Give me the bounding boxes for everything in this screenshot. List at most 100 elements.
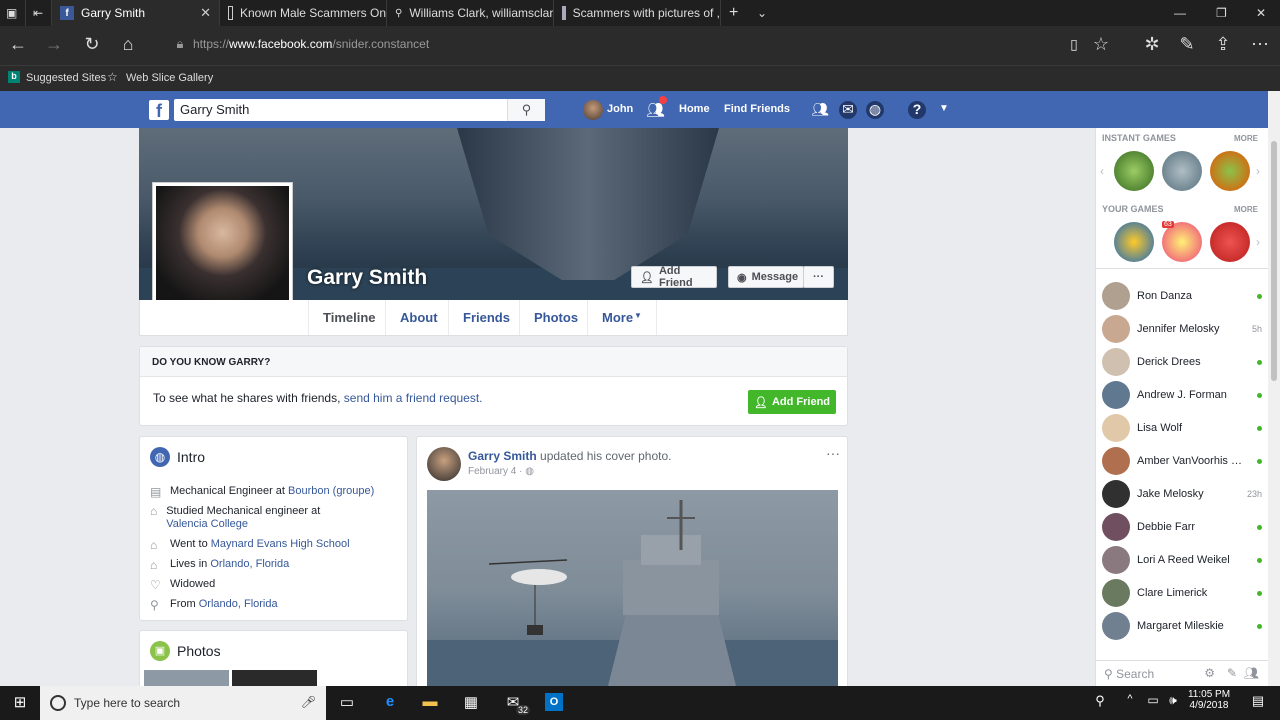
tab-photos[interactable]: Photos <box>519 300 592 335</box>
outlook-icon[interactable]: O <box>545 693 563 711</box>
minimize-button[interactable]: — <box>1160 0 1200 26</box>
tab-friends[interactable]: Friends <box>448 300 524 335</box>
heart-game-icon[interactable] <box>1210 222 1250 262</box>
chat-friend-row[interactable]: Ron Danza <box>1102 281 1262 311</box>
web-slice-gallery-link[interactable]: Web Slice Gallery <box>126 72 213 84</box>
chevron-left-icon[interactable]: ‹ <box>1100 164 1104 178</box>
favorite-star-icon[interactable]: ☆ <box>1089 34 1113 55</box>
tab-scammers-with-pictures[interactable]: Scammers with pictures of , <box>554 0 721 26</box>
share-icon[interactable]: ⇪ <box>1211 34 1235 55</box>
message-button[interactable]: ◉ Message <box>728 266 804 288</box>
post-date[interactable]: February 4 · <box>468 466 525 477</box>
chevron-right-icon[interactable]: › <box>1256 235 1260 249</box>
game-icon[interactable] <box>1114 151 1154 191</box>
school-link[interactable]: Maynard Evans High School <box>211 538 350 550</box>
suggested-sites-link[interactable]: Suggested Sites <box>26 72 106 84</box>
favorites-hub-icon[interactable]: ✲ <box>1140 34 1164 55</box>
post-author-link[interactable]: Garry Smith <box>468 449 537 463</box>
tab-timeline[interactable]: Timeline <box>308 300 390 335</box>
from-link[interactable]: Orlando, Florida <box>199 598 278 610</box>
profile-link[interactable]: John <box>607 103 633 115</box>
tab-garry-smith[interactable]: f Garry Smith ✕ <box>52 0 220 26</box>
candy-game-icon[interactable] <box>1162 222 1202 262</box>
chat-friend-row[interactable]: Margaret Mileskie <box>1102 611 1262 641</box>
scrollbar-thumb[interactable] <box>1271 141 1277 381</box>
chat-search-input[interactable]: ⚲ Search ⚙ ✎ 👥︎ <box>1096 660 1269 686</box>
compose-icon[interactable]: ✎ <box>1227 666 1237 680</box>
globe-icon[interactable]: ◍ <box>866 101 884 119</box>
url-field[interactable]: https://www.facebook.com/snider.constanc… <box>193 37 429 51</box>
avatar[interactable] <box>583 100 603 120</box>
chat-friend-row[interactable]: Lori A Reed Weikel <box>1102 545 1262 575</box>
chat-friend-row[interactable]: Amber VanVoorhis W... <box>1102 446 1262 476</box>
tab-williams-clark[interactable]: ⚲ Williams Clark, williamsclark <box>387 0 554 26</box>
game-icon[interactable] <box>1114 222 1154 262</box>
search-icon[interactable]: ⚲ <box>507 99 545 121</box>
add-friend-button[interactable]: 👤︎ Add Friend <box>631 265 717 289</box>
maximize-button[interactable]: ❐ <box>1200 0 1240 26</box>
reading-view-icon[interactable]: ▯ <box>1062 36 1086 53</box>
file-explorer-icon[interactable]: ▬ <box>420 693 440 713</box>
help-icon[interactable]: ? <box>908 101 926 119</box>
add-friend-green-button[interactable]: 👤︎ Add Friend <box>748 390 836 414</box>
chat-friend-row[interactable]: Clare Limerick <box>1102 578 1262 608</box>
set-aside-tabs-icon[interactable]: ⇤ <box>26 0 52 26</box>
instant-games-more-link[interactable]: MORE <box>1234 134 1258 143</box>
chat-friend-row[interactable]: Andrew J. Forman <box>1102 380 1262 410</box>
caret-down-icon[interactable]: ▼ <box>935 103 953 121</box>
people-icon[interactable]: ⚲ <box>1090 693 1110 713</box>
more-menu-icon[interactable]: ⋯ <box>1248 34 1272 55</box>
volume-icon[interactable]: 🕪︎ <box>1163 693 1183 713</box>
pen-notes-icon[interactable]: ✎ <box>1175 34 1199 55</box>
tab-known-male-scammers[interactable]: Known Male Scammers On <box>220 0 387 26</box>
new-tab-button[interactable]: + <box>721 0 749 26</box>
work-link[interactable]: Bourbon (groupe) <box>288 485 374 497</box>
tab-manager-icon[interactable]: ▣ <box>0 0 26 26</box>
lives-link[interactable]: Orlando, Florida <box>210 558 289 570</box>
friends-icon[interactable]: 👥︎ <box>811 101 829 119</box>
close-tab-icon[interactable]: ✕ <box>200 5 211 21</box>
store-icon[interactable]: ▦ <box>461 693 481 713</box>
clock[interactable]: 11:05 PM 4/9/2018 <box>1186 689 1232 711</box>
tab-more[interactable]: More <box>587 300 639 335</box>
find-friends-link[interactable]: Find Friends <box>724 103 790 115</box>
college-link[interactable]: Valencia College <box>166 518 248 530</box>
action-center-icon[interactable]: ▤ <box>1248 693 1268 713</box>
post-image[interactable] <box>427 490 838 690</box>
back-arrow-icon[interactable]: ← <box>6 34 30 55</box>
photos-title[interactable]: Photos <box>177 643 221 659</box>
facebook-logo-icon[interactable]: f <box>149 100 169 121</box>
refresh-icon[interactable]: ↻ <box>80 34 104 55</box>
messenger-icon[interactable]: ✉︎ <box>839 101 857 119</box>
more-options-button[interactable]: ··· <box>803 266 834 288</box>
network-icon[interactable]: ▭ <box>1143 693 1163 713</box>
friend-request-link[interactable]: send him a friend request. <box>344 391 483 405</box>
chat-friend-row[interactable]: Jake Melosky 23h <box>1102 479 1262 509</box>
close-window-button[interactable]: ✕ <box>1240 0 1280 26</box>
edge-browser-icon[interactable]: e <box>380 693 400 713</box>
microphone-icon[interactable]: 🎤︎ <box>301 695 316 709</box>
avatar[interactable] <box>427 447 461 481</box>
gear-icon[interactable]: ⚙ <box>1204 666 1215 680</box>
home-icon[interactable]: ⌂ <box>116 34 140 55</box>
chat-friend-row[interactable]: Derick Drees <box>1102 347 1262 377</box>
chat-friend-row[interactable]: Lisa Wolf <box>1102 413 1262 443</box>
chevron-right-icon[interactable]: › <box>1256 164 1260 178</box>
chevron-up-icon[interactable]: ^ <box>1120 693 1140 713</box>
chat-friend-row[interactable]: Debbie Farr <box>1102 512 1262 542</box>
taskbar-search-input[interactable]: Type here to search 🎤︎ <box>40 686 326 720</box>
forward-arrow-icon[interactable]: → <box>42 34 66 55</box>
search-input[interactable]: Garry Smith ⚲ <box>174 99 545 121</box>
home-link[interactable]: Home <box>679 103 710 115</box>
game-icon[interactable] <box>1162 151 1202 191</box>
page-scrollbar[interactable] <box>1268 91 1280 686</box>
post-menu-button[interactable]: ··· <box>826 445 840 461</box>
chat-friend-row[interactable]: Jennifer Melosky 5h <box>1102 314 1262 344</box>
windows-start-icon[interactable]: ⊞ <box>10 693 30 713</box>
create-group-icon[interactable]: 👥︎ <box>1244 666 1259 680</box>
tab-about[interactable]: About <box>385 300 452 335</box>
puzzle-game-icon[interactable] <box>1210 151 1250 191</box>
task-view-icon[interactable]: ▭ <box>337 693 357 713</box>
profile-name[interactable]: Garry Smith <box>307 266 427 290</box>
your-games-more-link[interactable]: MORE <box>1234 205 1258 214</box>
